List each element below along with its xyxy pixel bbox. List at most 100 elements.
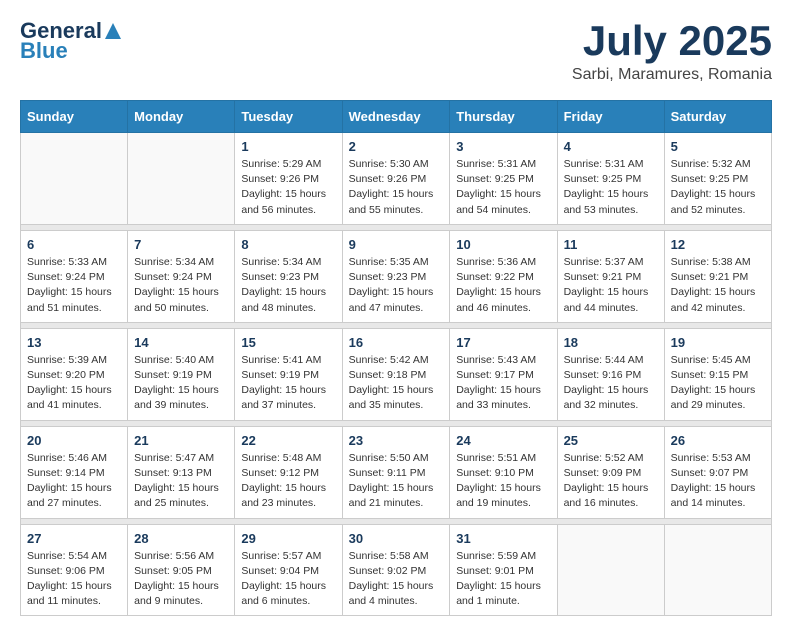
day-info: Sunrise: 5:38 AMSunset: 9:21 PMDaylight:… [671,255,765,316]
day-number: 27 [27,531,121,546]
calendar-cell: 27 Sunrise: 5:54 AMSunset: 9:06 PMDayligh… [21,524,128,616]
calendar-cell: 28 Sunrise: 5:56 AMSunset: 9:05 PMDayligh… [128,524,235,616]
day-number: 4 [564,139,658,154]
calendar-cell: 19 Sunrise: 5:45 AMSunset: 9:15 PMDayligh… [664,328,771,420]
day-info: Sunrise: 5:40 AMSunset: 9:19 PMDaylight:… [134,353,228,414]
calendar-cell: 21 Sunrise: 5:47 AMSunset: 9:13 PMDayligh… [128,426,235,518]
calendar-week-row: 13 Sunrise: 5:39 AMSunset: 9:20 PMDayligh… [21,328,772,420]
calendar-header-row: SundayMondayTuesdayWednesdayThursdayFrid… [21,101,772,133]
calendar-cell [128,133,235,225]
calendar-week-row: 1Sunrise: 5:29 AMSunset: 9:26 PMDaylight… [21,133,772,225]
day-info: Sunrise: 5:35 AMSunset: 9:23 PMDaylight:… [349,255,444,316]
calendar-cell: 8Sunrise: 5:34 AMSunset: 9:23 PMDaylight… [235,230,342,322]
location-subtitle: Sarbi, Maramures, Romania [572,66,772,84]
day-number: 31 [456,531,550,546]
column-header-thursday: Thursday [450,101,557,133]
logo-blue: Blue [20,40,122,62]
calendar-cell: 18 Sunrise: 5:44 AMSunset: 9:16 PMDayligh… [557,328,664,420]
day-info: Sunrise: 5:39 AMSunset: 9:20 PMDaylight:… [27,353,121,414]
calendar-cell: 11 Sunrise: 5:37 AMSunset: 9:21 PMDayligh… [557,230,664,322]
calendar-cell: 10 Sunrise: 5:36 AMSunset: 9:22 PMDayligh… [450,230,557,322]
column-header-monday: Monday [128,101,235,133]
month-title: July 2025 [572,20,772,62]
calendar-cell: 25 Sunrise: 5:52 AMSunset: 9:09 PMDayligh… [557,426,664,518]
day-number: 19 [671,335,765,350]
calendar-week-row: 20 Sunrise: 5:46 AMSunset: 9:14 PMDayligh… [21,426,772,518]
page-header: General Blue July 2025 Sarbi, Maramures,… [20,20,772,84]
day-number: 6 [27,237,121,252]
day-number: 29 [241,531,335,546]
day-info: Sunrise: 5:36 AMSunset: 9:22 PMDaylight:… [456,255,550,316]
day-info: Sunrise: 5:46 AMSunset: 9:14 PMDaylight:… [27,451,121,512]
logo: General Blue [20,20,122,62]
day-number: 17 [456,335,550,350]
day-info: Sunrise: 5:58 AMSunset: 9:02 PMDaylight:… [349,549,444,610]
day-number: 18 [564,335,658,350]
calendar-cell: 2Sunrise: 5:30 AMSunset: 9:26 PMDaylight… [342,133,450,225]
day-info: Sunrise: 5:48 AMSunset: 9:12 PMDaylight:… [241,451,335,512]
day-info: Sunrise: 5:56 AMSunset: 9:05 PMDaylight:… [134,549,228,610]
day-info: Sunrise: 5:41 AMSunset: 9:19 PMDaylight:… [241,353,335,414]
day-info: Sunrise: 5:53 AMSunset: 9:07 PMDaylight:… [671,451,765,512]
calendar-cell: 9 Sunrise: 5:35 AMSunset: 9:23 PMDaylight… [342,230,450,322]
column-header-saturday: Saturday [664,101,771,133]
calendar-table: SundayMondayTuesdayWednesdayThursdayFrid… [20,100,772,616]
calendar-cell: 4 Sunrise: 5:31 AMSunset: 9:25 PMDaylight… [557,133,664,225]
calendar-cell: 20 Sunrise: 5:46 AMSunset: 9:14 PMDayligh… [21,426,128,518]
day-number: 10 [456,237,550,252]
day-number: 12 [671,237,765,252]
calendar-cell: 3Sunrise: 5:31 AMSunset: 9:25 PMDaylight… [450,133,557,225]
column-header-wednesday: Wednesday [342,101,450,133]
day-info: Sunrise: 5:31 AMSunset: 9:25 PMDaylight:… [564,157,658,218]
day-info: Sunrise: 5:34 AMSunset: 9:23 PMDaylight:… [241,255,335,316]
day-number: 16 [349,335,444,350]
day-number: 24 [456,433,550,448]
calendar-cell: 15 Sunrise: 5:41 AMSunset: 9:19 PMDayligh… [235,328,342,420]
day-info: Sunrise: 5:52 AMSunset: 9:09 PMDaylight:… [564,451,658,512]
day-number: 9 [349,237,444,252]
day-info: Sunrise: 5:30 AMSunset: 9:26 PMDaylight:… [349,157,444,218]
day-info: Sunrise: 5:37 AMSunset: 9:21 PMDaylight:… [564,255,658,316]
calendar-cell [21,133,128,225]
day-number: 30 [349,531,444,546]
day-info: Sunrise: 5:43 AMSunset: 9:17 PMDaylight:… [456,353,550,414]
column-header-sunday: Sunday [21,101,128,133]
day-number: 21 [134,433,228,448]
calendar-cell: 16 Sunrise: 5:42 AMSunset: 9:18 PMDayligh… [342,328,450,420]
calendar-cell: 31Sunrise: 5:59 AMSunset: 9:01 PMDayligh… [450,524,557,616]
day-number: 15 [241,335,335,350]
day-number: 11 [564,237,658,252]
day-info: Sunrise: 5:32 AMSunset: 9:25 PMDaylight:… [671,157,765,218]
day-number: 13 [27,335,121,350]
calendar-cell: 26Sunrise: 5:53 AMSunset: 9:07 PMDayligh… [664,426,771,518]
day-number: 1 [241,139,335,154]
title-section: July 2025 Sarbi, Maramures, Romania [572,20,772,84]
day-info: Sunrise: 5:45 AMSunset: 9:15 PMDaylight:… [671,353,765,414]
day-number: 14 [134,335,228,350]
column-header-tuesday: Tuesday [235,101,342,133]
day-info: Sunrise: 5:42 AMSunset: 9:18 PMDaylight:… [349,353,444,414]
day-info: Sunrise: 5:54 AMSunset: 9:06 PMDaylight:… [27,549,121,610]
day-number: 7 [134,237,228,252]
calendar-cell: 13 Sunrise: 5:39 AMSunset: 9:20 PMDayligh… [21,328,128,420]
day-info: Sunrise: 5:47 AMSunset: 9:13 PMDaylight:… [134,451,228,512]
day-number: 25 [564,433,658,448]
calendar-cell [664,524,771,616]
calendar-cell: 5Sunrise: 5:32 AMSunset: 9:25 PMDaylight… [664,133,771,225]
day-info: Sunrise: 5:31 AMSunset: 9:25 PMDaylight:… [456,157,550,218]
calendar-cell: 1Sunrise: 5:29 AMSunset: 9:26 PMDaylight… [235,133,342,225]
calendar-cell: 23Sunrise: 5:50 AMSunset: 9:11 PMDayligh… [342,426,450,518]
calendar-cell: 17 Sunrise: 5:43 AMSunset: 9:17 PMDayligh… [450,328,557,420]
day-info: Sunrise: 5:50 AMSunset: 9:11 PMDaylight:… [349,451,444,512]
day-number: 28 [134,531,228,546]
day-number: 22 [241,433,335,448]
day-info: Sunrise: 5:44 AMSunset: 9:16 PMDaylight:… [564,353,658,414]
column-header-friday: Friday [557,101,664,133]
day-number: 20 [27,433,121,448]
day-info: Sunrise: 5:57 AMSunset: 9:04 PMDaylight:… [241,549,335,610]
calendar-cell: 7 Sunrise: 5:34 AMSunset: 9:24 PMDaylight… [128,230,235,322]
day-info: Sunrise: 5:34 AMSunset: 9:24 PMDaylight:… [134,255,228,316]
calendar-cell: 14 Sunrise: 5:40 AMSunset: 9:19 PMDayligh… [128,328,235,420]
calendar-cell: 6Sunrise: 5:33 AMSunset: 9:24 PMDaylight… [21,230,128,322]
calendar-cell: 30 Sunrise: 5:58 AMSunset: 9:02 PMDayligh… [342,524,450,616]
